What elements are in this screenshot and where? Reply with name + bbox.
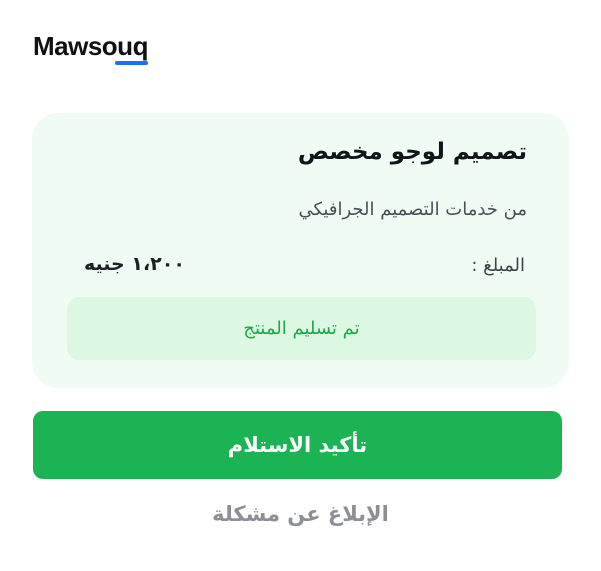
confirm-receipt-page: Mawsouq تصميم لوجو مخصص من خدمات التصميم… (0, 0, 601, 571)
amount-value: ١،٢٠٠ جنيه (84, 253, 185, 275)
order-category: من خدمات التصميم الجرافيكي (298, 199, 527, 220)
order-card: تصميم لوجو مخصص من خدمات التصميم الجرافي… (32, 113, 569, 388)
logo-underline (115, 61, 148, 65)
brand-logo: Mawsouq (33, 31, 148, 61)
delivery-status-banner: تم تسليم المنتج (67, 297, 536, 360)
report-problem-link[interactable]: الإبلاغ عن مشكلة (0, 502, 601, 526)
order-title: تصميم لوجو مخصص (297, 139, 527, 165)
amount-label: المبلغ : (471, 255, 525, 276)
delivery-status-text: تم تسليم المنتج (243, 318, 360, 339)
confirm-receipt-button[interactable]: تأكيد الاستلام (33, 411, 562, 479)
